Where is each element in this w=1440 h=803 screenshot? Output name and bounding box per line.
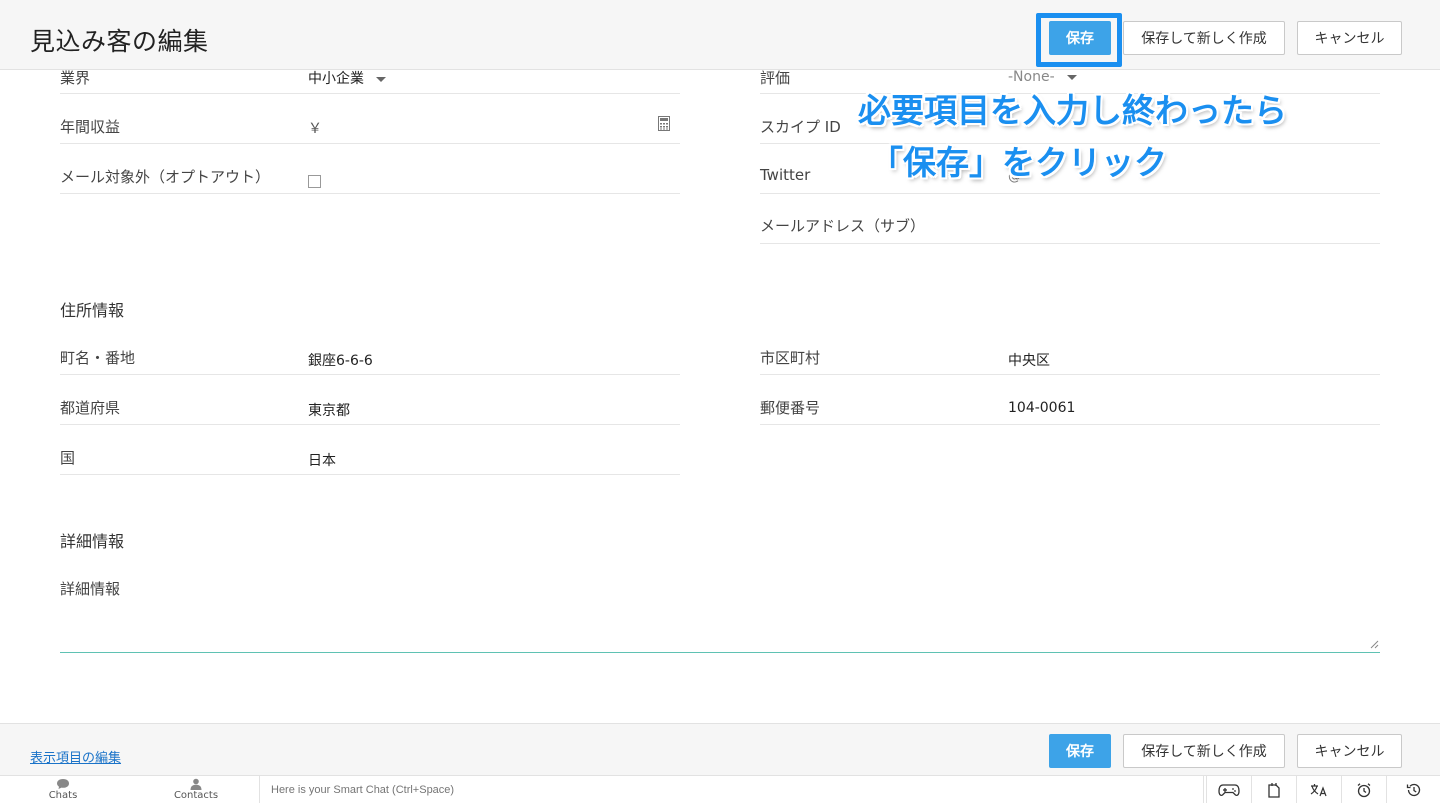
country-row: 国 日本 [60,425,680,475]
person-icon [190,778,202,790]
description-textarea[interactable] [60,595,1380,653]
rating-value: -None- [1008,70,1055,85]
annotation-line-2: 「保存」をクリック [870,143,1167,182]
smart-chat-bar [259,776,1204,803]
annotation-line-1: 必要項目を入力し終わったら [858,91,1287,130]
zip-row: 郵便番号 104-0061 [760,375,1380,425]
resize-handle-icon[interactable] [1370,640,1379,649]
history-icon [1406,783,1420,797]
street-row: 町名・番地 銀座6-6-6 [60,325,680,375]
save-and-new-button[interactable]: 保存して新しく作成 [1123,21,1285,55]
secondary-email-row: メールアドレス（サブ） [760,194,1380,244]
details-section-title: 詳細情報 [60,532,125,551]
address-section-title: 住所情報 [60,301,125,320]
state-input[interactable]: 東京都 [308,400,350,420]
history-icon-button[interactable] [1386,776,1440,803]
rating-label: 評価 [760,70,791,87]
skype-label: スカイプ ID [760,118,841,136]
annual-revenue-input[interactable]: ￥ [308,118,322,138]
annual-revenue-row: 年間収益 ￥ [60,94,680,144]
page-header: 見込み客の編集 保存 保存して新しく作成 キャンセル [0,0,1440,70]
industry-value: 中小企業 [308,71,364,87]
industry-row: 業界 中小企業 [60,70,680,94]
city-input[interactable]: 中央区 [1008,350,1050,370]
edit-form: 業界 中小企業 年間収益 ￥ メール対象外（オプトアウト） 評価 -None- … [0,70,1440,723]
industry-select[interactable]: 中小企業 [308,70,386,88]
bottom-bar: Chats Contacts [0,775,1440,803]
contacts-button[interactable]: Contacts [156,778,236,803]
industry-label: 業界 [60,70,91,87]
city-label: 市区町村 [760,349,821,367]
state-row: 都道府県 東京都 [60,375,680,425]
chevron-down-icon [1066,74,1077,80]
city-row: 市区町村 中央区 [760,325,1380,375]
country-label: 国 [60,449,76,467]
gamepad-icon [1218,784,1240,797]
chevron-down-icon [376,76,386,82]
secondary-email-label: メールアドレス（サブ） [760,217,926,235]
translate-icon-button[interactable] [1296,776,1341,803]
street-input[interactable]: 銀座6-6-6 [308,350,373,370]
state-label: 都道府県 [60,399,121,417]
chats-label: Chats [48,790,78,801]
email-opt-out-row: メール対象外（オプトアウト） [60,144,680,194]
translate-icon [1310,784,1327,797]
footer-save-and-new-button[interactable]: 保存して新しく作成 [1123,734,1285,768]
notes-icon [1268,783,1280,798]
edit-layout-link[interactable]: 表示項目の編集 [30,747,121,766]
email-opt-out-checkbox[interactable] [308,175,321,188]
twitter-label: Twitter [760,166,811,184]
alarm-icon [1357,783,1371,798]
street-label: 町名・番地 [60,349,136,367]
chats-button[interactable]: Chats [23,778,103,803]
cancel-button[interactable]: キャンセル [1297,21,1402,55]
save-button[interactable]: 保存 [1049,21,1111,55]
country-input[interactable]: 日本 [308,450,336,470]
rating-select[interactable]: -None- [1008,70,1077,85]
footer-cancel-button[interactable]: キャンセル [1297,734,1402,768]
footer-save-button[interactable]: 保存 [1049,734,1111,768]
smart-chat-input[interactable] [260,776,1203,803]
chat-bubble-icon [57,779,69,789]
notes-icon-button[interactable] [1251,776,1296,803]
calculator-icon[interactable] [658,116,670,131]
zip-label: 郵便番号 [760,399,821,417]
email-opt-out-label: メール対象外（オプトアウト） [60,168,271,186]
annual-revenue-label: 年間収益 [60,118,121,136]
page-title: 見込み客の編集 [30,27,209,56]
zip-input[interactable]: 104-0061 [1008,400,1075,416]
form-footer: 表示項目の編集 保存 保存して新しく作成 キャンセル [0,723,1440,775]
gamepad-icon-button[interactable] [1206,776,1251,803]
contacts-label: Contacts [173,790,219,801]
app-root: 見込み客の編集 保存 保存して新しく作成 キャンセル 業界 中小企業 年間収益 … [0,0,1440,803]
alarm-icon-button[interactable] [1341,776,1386,803]
